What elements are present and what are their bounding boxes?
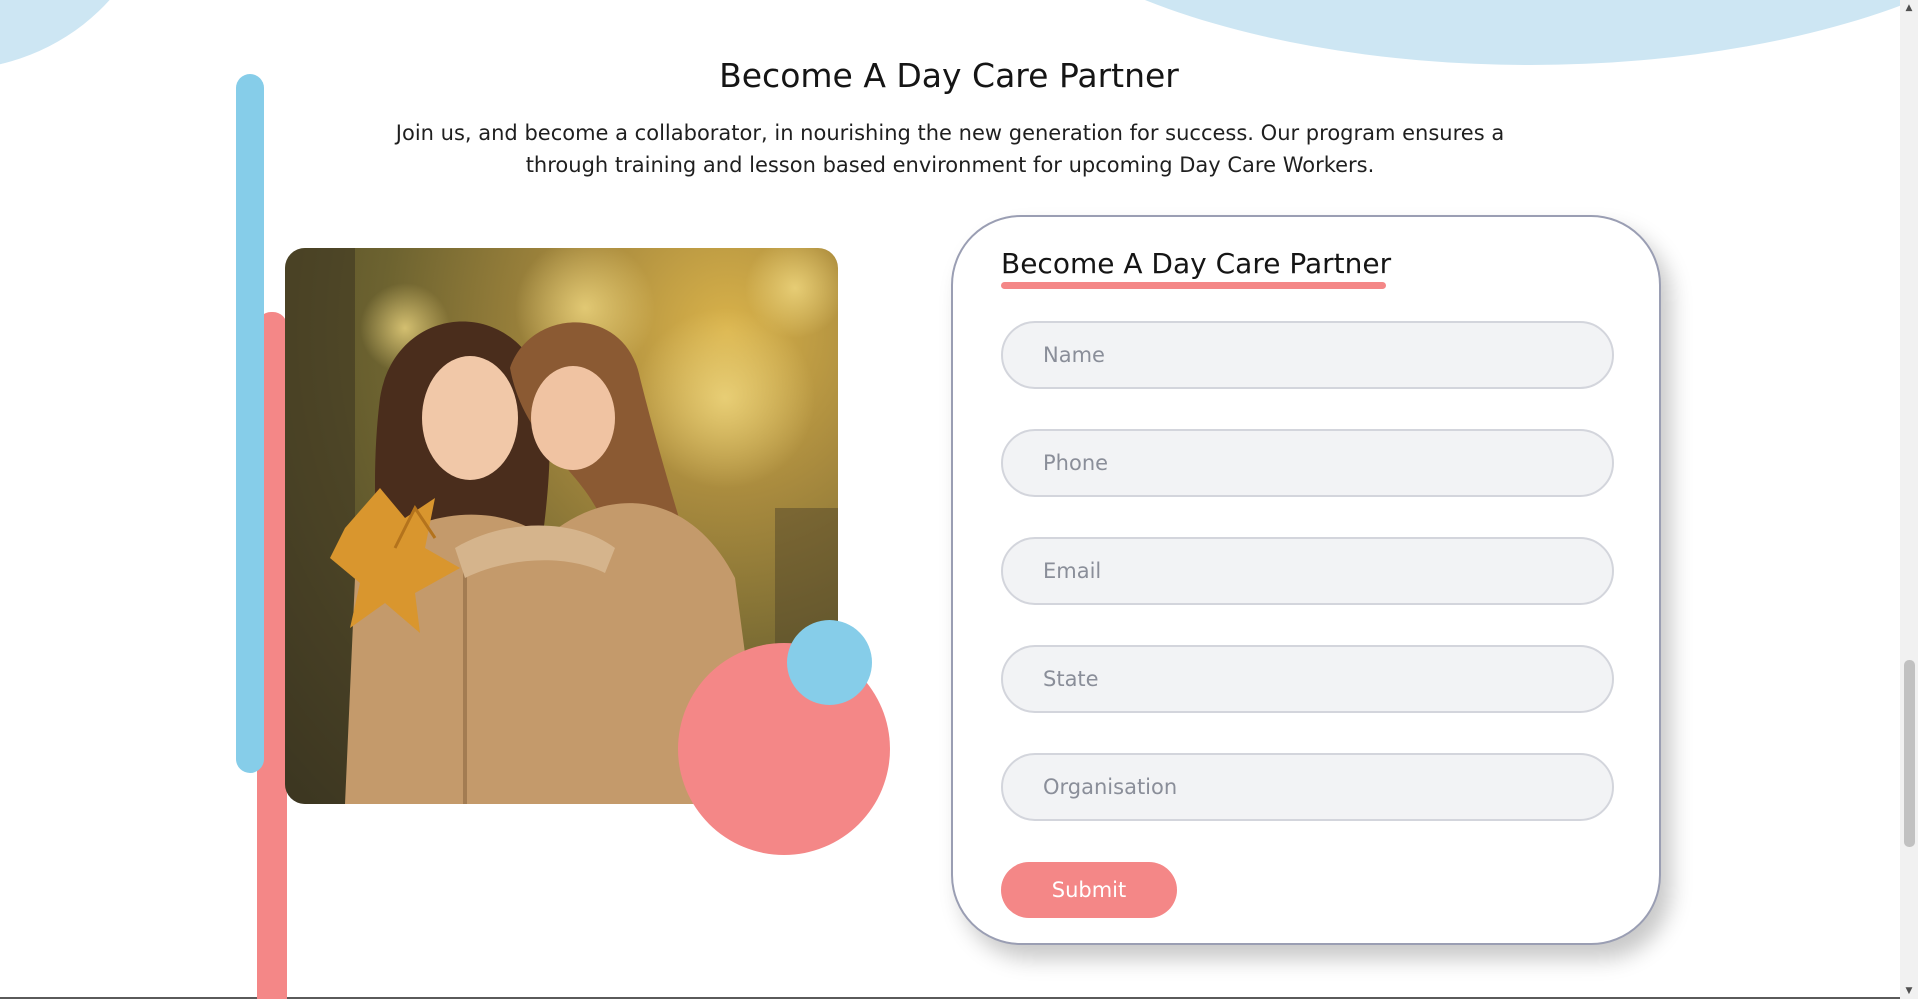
decorative-blue-circle bbox=[787, 620, 872, 705]
section-intro: Join us, and become a collaborator, in n… bbox=[395, 121, 1505, 177]
section-title: Become A Day Care Partner bbox=[719, 56, 1179, 95]
state-input[interactable] bbox=[1001, 645, 1614, 713]
form-title-underline bbox=[1001, 282, 1386, 289]
scroll-up-arrow-icon[interactable]: ▲ bbox=[1900, 0, 1918, 16]
form-title: Become A Day Care Partner bbox=[1001, 247, 1392, 280]
email-input[interactable] bbox=[1001, 537, 1614, 605]
partner-form: Become A Day Care Partner Submit bbox=[951, 215, 1661, 945]
submit-button[interactable]: Submit bbox=[1001, 862, 1177, 918]
decorative-blue-stripe bbox=[236, 74, 264, 773]
vertical-scrollbar[interactable]: ▲ ▼ bbox=[1900, 0, 1918, 999]
name-input[interactable] bbox=[1001, 321, 1614, 389]
scroll-down-arrow-icon[interactable]: ▼ bbox=[1900, 983, 1918, 999]
page: Become A Day Care Partner Join us, and b… bbox=[0, 0, 1918, 999]
phone-input[interactable] bbox=[1001, 429, 1614, 497]
scrollbar-thumb[interactable] bbox=[1904, 660, 1915, 847]
organisation-input[interactable] bbox=[1001, 753, 1614, 821]
